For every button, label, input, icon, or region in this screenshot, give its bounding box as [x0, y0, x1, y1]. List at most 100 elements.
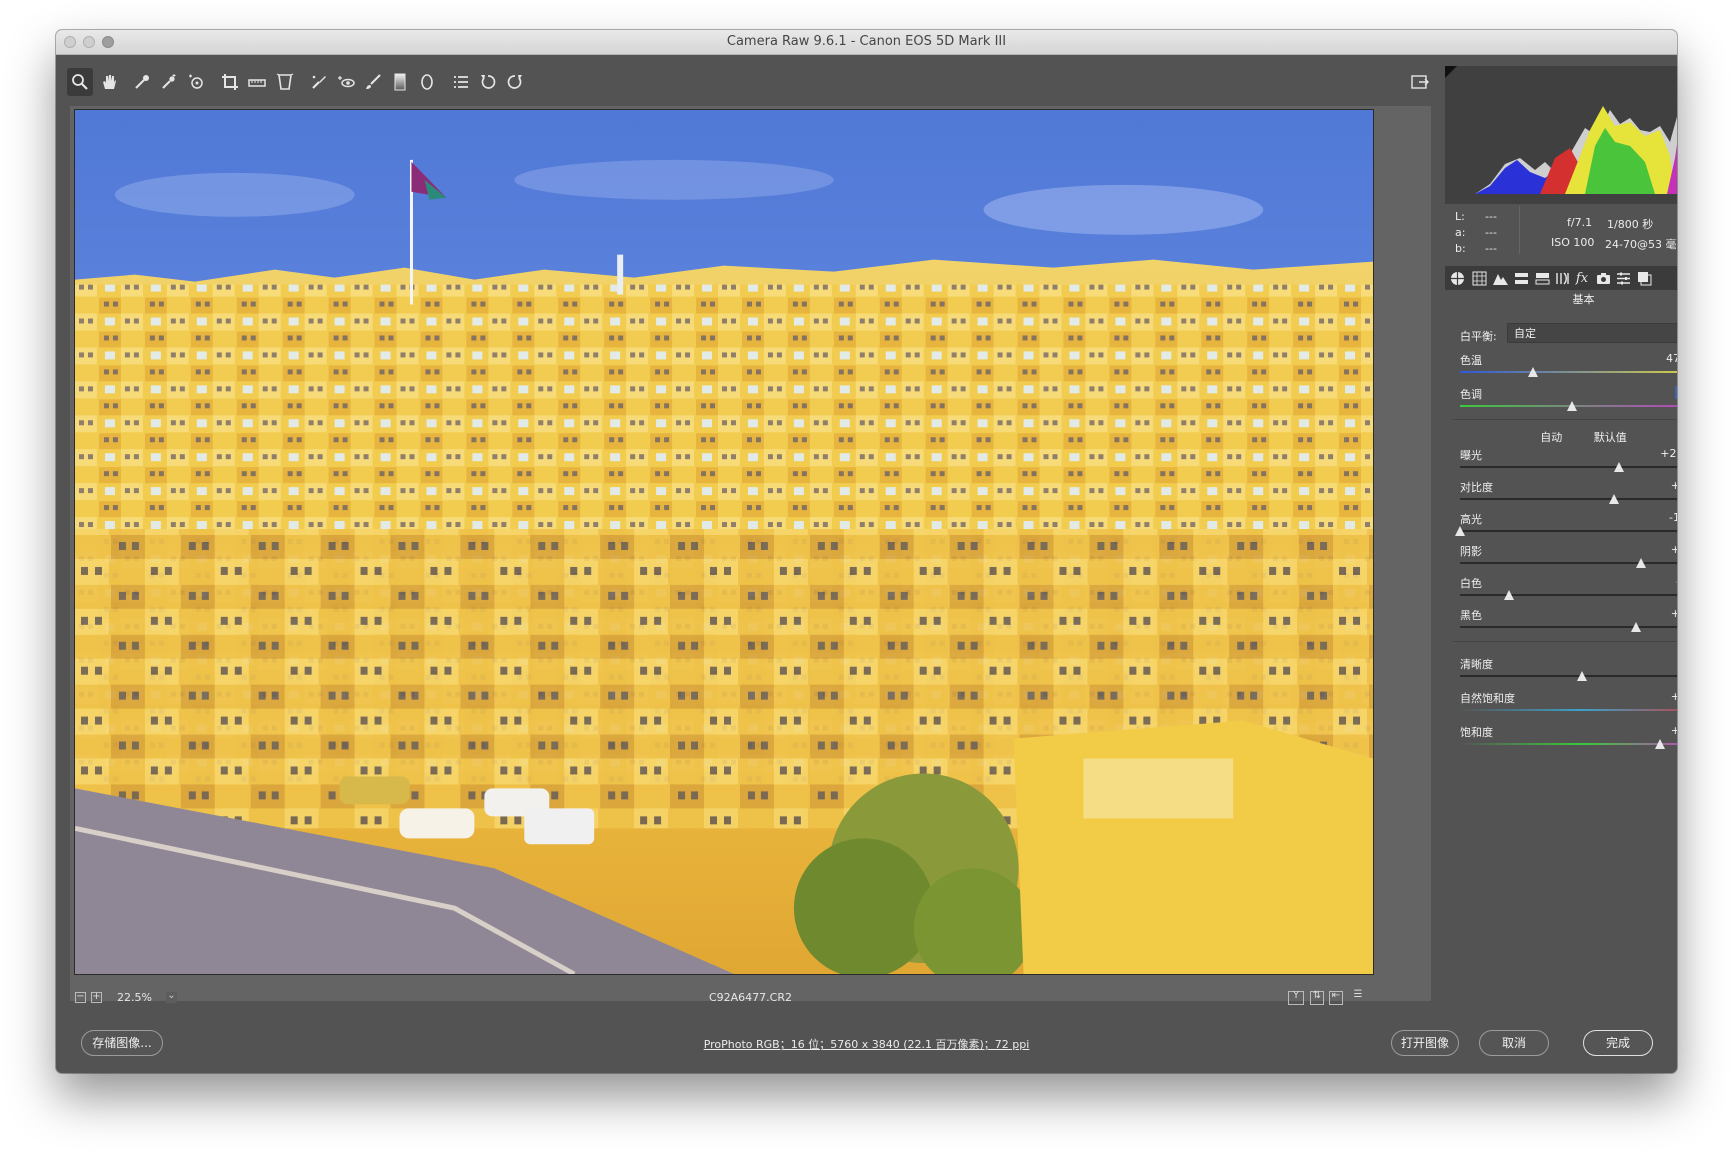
clarity-thumb[interactable]: [1577, 671, 1587, 681]
tab-split-toning-icon[interactable]: [1534, 270, 1550, 286]
zoom-icon[interactable]: [67, 68, 93, 96]
vibrance-slider[interactable]: 自然饱和度 +90: [1460, 690, 1677, 720]
done-button[interactable]: 完成: [1583, 1030, 1653, 1056]
tab-snapshots-icon[interactable]: [1636, 270, 1652, 286]
copy-settings-icon[interactable]: ⇤: [1329, 991, 1343, 1005]
temp-thumb[interactable]: [1528, 367, 1539, 377]
contrast-track[interactable]: [1460, 498, 1677, 500]
white-balance-icon[interactable]: [129, 68, 155, 96]
shadows-slider[interactable]: 阴影 +65: [1460, 543, 1677, 573]
open-image-button[interactable]: 打开图像: [1391, 1030, 1459, 1056]
photo-preview[interactable]: [74, 109, 1374, 975]
swap-settings-icon[interactable]: ⇅: [1310, 991, 1324, 1005]
temp-value[interactable]: 4750: [1634, 352, 1677, 365]
whites-label: 白色: [1460, 577, 1482, 590]
tint-thumb[interactable]: [1567, 401, 1578, 411]
view-settings-icon[interactable]: ☰: [1350, 990, 1366, 1005]
targeted-adjustment-icon[interactable]: [183, 68, 209, 96]
vibrance-value[interactable]: +90: [1634, 690, 1677, 703]
exposure-track[interactable]: [1460, 466, 1677, 468]
highlights-label: 高光: [1460, 513, 1482, 526]
default-link[interactable]: 默认值: [1594, 431, 1627, 444]
preferences-icon[interactable]: [448, 68, 474, 96]
hand-icon[interactable]: [96, 68, 122, 96]
camera-raw-window: Camera Raw 9.6.1 - Canon EOS 5D Mark III: [56, 30, 1677, 1073]
saturation-label: 饱和度: [1460, 726, 1493, 739]
panel-title: 基本: [1572, 293, 1595, 306]
exposure-label: 曝光: [1460, 449, 1482, 462]
fullscreen-icon[interactable]: [1407, 68, 1433, 96]
auto-link[interactable]: 自动: [1540, 431, 1562, 444]
divider: [1453, 641, 1677, 642]
blacks-track[interactable]: [1460, 626, 1677, 628]
blacks-thumb[interactable]: [1630, 622, 1641, 632]
before-after-view-icon[interactable]: Y: [1288, 991, 1304, 1005]
whites-track[interactable]: [1460, 594, 1677, 596]
crop-icon[interactable]: [217, 68, 243, 96]
whites-slider[interactable]: 白色 -56: [1460, 575, 1677, 605]
exposure-thumb[interactable]: [1613, 462, 1624, 472]
saturation-value[interactable]: +67: [1634, 724, 1677, 737]
blacks-slider[interactable]: 黑色 +51: [1460, 607, 1677, 637]
iso-value: ISO 100: [1551, 236, 1595, 249]
image-info: L: a: b: --- --- --- f/7.1 1/800 秒 ISO 1…: [1445, 206, 1677, 270]
white-balance-select[interactable]: 自定 ⌄: [1507, 323, 1677, 343]
tab-basic-icon[interactable]: [1449, 270, 1465, 286]
lab-b-value: ---: [1485, 242, 1497, 255]
saturation-thumb[interactable]: [1655, 739, 1666, 749]
tab-hsl-icon[interactable]: [1513, 270, 1529, 286]
histogram: [1445, 66, 1677, 204]
color-sampler-icon[interactable]: [156, 68, 182, 96]
lab-l-value: ---: [1485, 210, 1497, 223]
tab-effects-icon[interactable]: fx: [1574, 270, 1590, 286]
contrast-label: 对比度: [1460, 481, 1493, 494]
contrast-value[interactable]: +42: [1634, 479, 1677, 492]
clarity-track[interactable]: [1460, 675, 1677, 677]
rotate-ccw-icon[interactable]: [475, 68, 501, 96]
basic-panel: 白平衡: 自定 ⌄ 色温 4750 色调 -9 自动 默认值: [1445, 311, 1677, 1044]
shadows-thumb[interactable]: [1635, 558, 1646, 568]
spot-removal-icon[interactable]: [306, 68, 332, 96]
cancel-button[interactable]: 取消: [1479, 1030, 1549, 1056]
radial-filter-icon[interactable]: [414, 68, 440, 96]
temp-track[interactable]: [1460, 371, 1677, 373]
highlights-track[interactable]: [1460, 530, 1677, 532]
whites-value[interactable]: -56: [1634, 575, 1677, 588]
straighten-icon[interactable]: [244, 68, 270, 96]
tab-camera-calibration-icon[interactable]: [1595, 270, 1611, 286]
divider: [1453, 419, 1677, 420]
tab-lens-corrections-icon[interactable]: [1554, 270, 1570, 286]
saturation-track[interactable]: [1460, 743, 1677, 745]
tint-slider[interactable]: 色调 -9: [1460, 386, 1677, 416]
highlights-slider[interactable]: 高光 -100: [1455, 511, 1677, 541]
clarity-slider[interactable]: 清晰度 0: [1460, 656, 1677, 686]
saturation-slider[interactable]: 饱和度 +67: [1460, 724, 1677, 754]
vibrance-label: 自然饱和度: [1460, 692, 1515, 705]
lens-value: 24-70@53 毫米: [1605, 238, 1677, 251]
exposure-value[interactable]: +2.30: [1634, 447, 1677, 460]
highlights-value[interactable]: -100: [1634, 511, 1677, 524]
clarity-value[interactable]: 0: [1634, 656, 1677, 669]
tab-detail-icon[interactable]: [1492, 270, 1508, 286]
graduated-filter-icon[interactable]: [387, 68, 413, 96]
rotate-cw-icon[interactable]: [502, 68, 528, 96]
red-eye-icon[interactable]: [333, 68, 359, 96]
contrast-slider[interactable]: 对比度 +42: [1460, 479, 1677, 509]
temp-slider[interactable]: 色温 4750: [1460, 352, 1677, 382]
title-bar[interactable]: Camera Raw 9.6.1 - Canon EOS 5D Mark III: [56, 30, 1677, 55]
adjustment-brush-icon[interactable]: [360, 68, 386, 96]
shadows-value[interactable]: +65: [1634, 543, 1677, 556]
highlights-thumb[interactable]: [1455, 526, 1465, 536]
window-title: Camera Raw 9.6.1 - Canon EOS 5D Mark III: [726, 34, 1007, 49]
tab-presets-icon[interactable]: [1615, 270, 1631, 286]
tab-tone-curve-icon[interactable]: [1471, 270, 1487, 286]
lab-a-label: a:: [1455, 226, 1466, 239]
blacks-value[interactable]: +51: [1634, 607, 1677, 620]
whites-thumb[interactable]: [1503, 590, 1514, 600]
vibrance-track[interactable]: [1460, 709, 1677, 711]
image-preview-area[interactable]: [70, 106, 1431, 1001]
contrast-thumb[interactable]: [1608, 494, 1619, 504]
tint-value[interactable]: -9: [1675, 386, 1677, 399]
transform-icon[interactable]: [272, 68, 298, 96]
exposure-slider[interactable]: 曝光 +2.30: [1460, 447, 1677, 477]
